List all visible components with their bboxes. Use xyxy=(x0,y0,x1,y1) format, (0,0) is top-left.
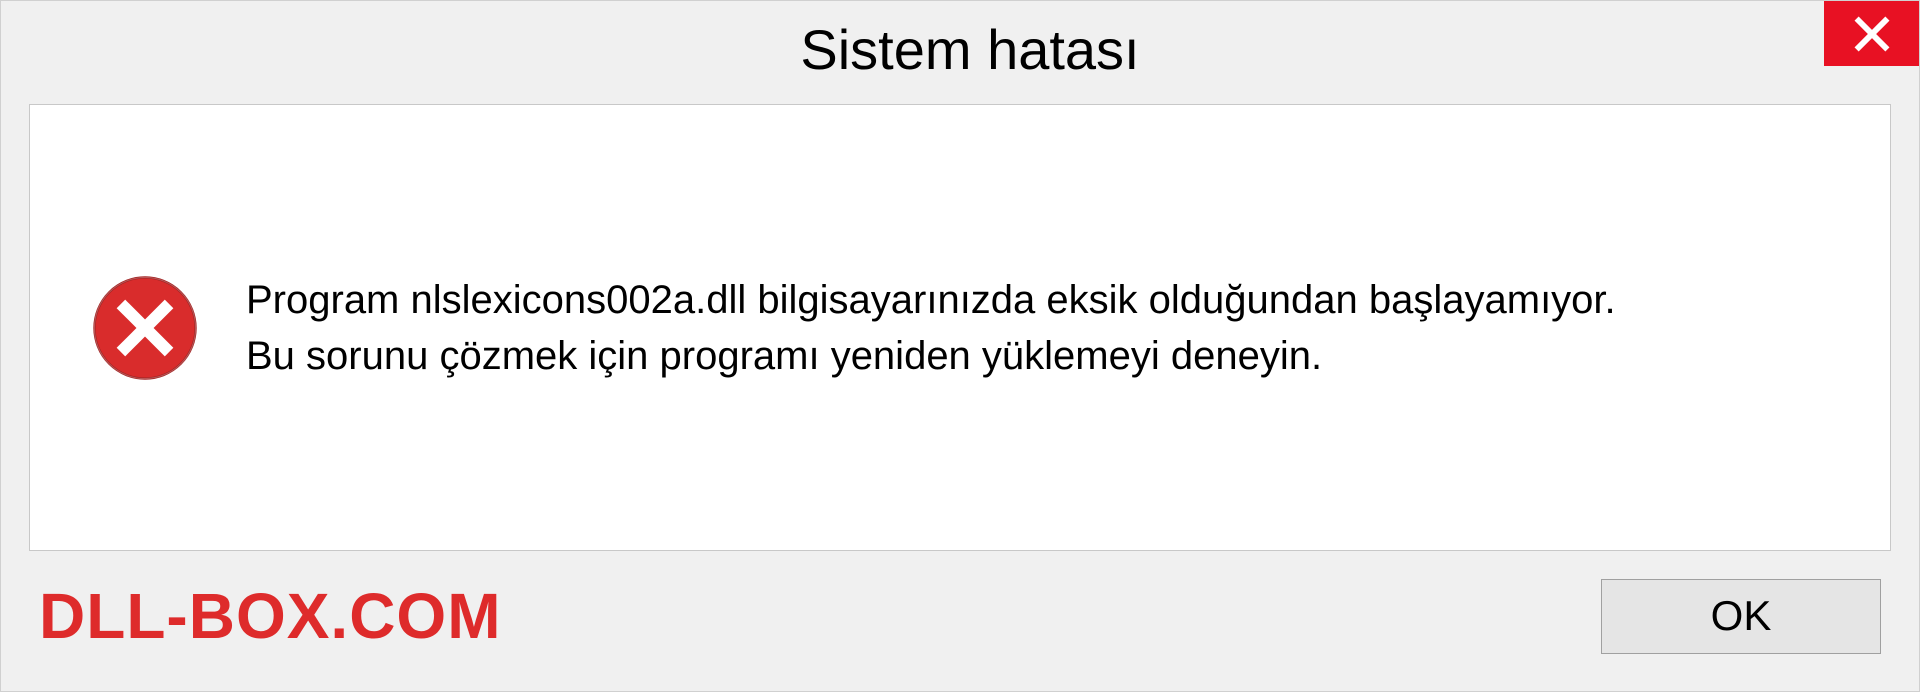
dialog-title: Sistem hatası xyxy=(21,1,1824,82)
titlebar: Sistem hatası xyxy=(1,1,1919,96)
close-button[interactable] xyxy=(1824,1,1919,66)
error-message: Program nlslexicons002a.dll bilgisayarın… xyxy=(246,272,1616,384)
error-icon xyxy=(90,273,200,383)
ok-button-label: OK xyxy=(1711,592,1772,640)
watermark-text: DLL-BOX.COM xyxy=(39,579,502,653)
close-icon xyxy=(1852,14,1892,54)
error-dialog: Sistem hatası Program nlslexicons002a.dl… xyxy=(0,0,1920,692)
content-panel: Program nlslexicons002a.dll bilgisayarın… xyxy=(29,104,1891,551)
footer: DLL-BOX.COM OK xyxy=(1,571,1919,691)
error-message-line1: Program nlslexicons002a.dll bilgisayarın… xyxy=(246,272,1616,328)
error-message-line2: Bu sorunu çözmek için programı yeniden y… xyxy=(246,328,1616,384)
ok-button[interactable]: OK xyxy=(1601,579,1881,654)
